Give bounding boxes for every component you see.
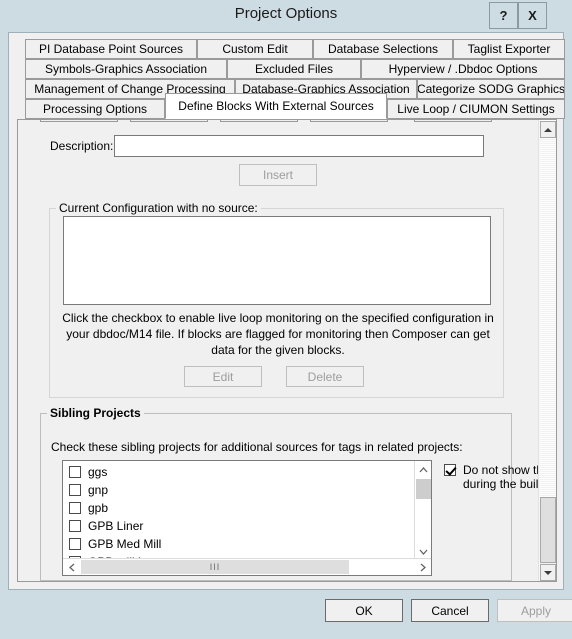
clipped-control-2: [130, 120, 208, 122]
tab-symbols-graphics-association[interactable]: Symbols-Graphics Association: [25, 59, 227, 79]
description-input[interactable]: [114, 135, 484, 157]
ok-button[interactable]: OK: [325, 599, 403, 622]
scroll-left-icon[interactable]: [63, 559, 80, 575]
list-item-label: gpb: [88, 501, 109, 515]
page-scroll-down-icon[interactable]: [540, 564, 556, 581]
sibling-checkbox[interactable]: [69, 502, 81, 514]
sibling-checkbox[interactable]: [69, 538, 81, 550]
list-item[interactable]: gpb: [63, 499, 431, 517]
sibling-list-vscrollbar[interactable]: [414, 461, 431, 560]
sibling-list-vscroll-thumb[interactable]: [416, 479, 431, 499]
clipped-control-1: [40, 120, 118, 122]
sibling-checkbox[interactable]: [69, 520, 81, 532]
clipped-control-3: [220, 120, 298, 122]
cancel-button[interactable]: Cancel: [411, 599, 489, 622]
tab-strip: PI Database Point Sources Custom Edit Da…: [17, 39, 565, 119]
edit-button[interactable]: Edit: [184, 366, 262, 387]
sibling-projects-group-title: Sibling Projects: [47, 406, 144, 420]
sibling-list-hscrollbar[interactable]: III: [63, 558, 431, 575]
apply-button[interactable]: Apply: [497, 599, 572, 622]
sibling-checkbox[interactable]: [69, 484, 81, 496]
scroll-right-icon[interactable]: [414, 559, 431, 575]
list-item[interactable]: gnp: [63, 481, 431, 499]
live-loop-help-text: Click the checkbox to enable live loop m…: [62, 311, 494, 357]
current-configuration-group-title: Current Configuration with no source:: [56, 201, 261, 215]
do-not-show-checkbox[interactable]: [444, 464, 456, 476]
current-configuration-list[interactable]: [63, 216, 491, 305]
page-vertical-scrollbar[interactable]: [538, 120, 556, 581]
tab-define-blocks-with-external-sources[interactable]: Define Blocks With External Sources: [165, 93, 387, 119]
list-item[interactable]: GPB Liner: [63, 517, 431, 535]
clipped-control-5: [414, 120, 492, 122]
list-item-label: GPB Liner: [88, 519, 144, 533]
scroll-grip-icon: III: [209, 562, 221, 572]
arrow-down-icon: [544, 570, 552, 575]
page-scroll-up-icon[interactable]: [540, 121, 556, 138]
list-item[interactable]: GPB Med Mill: [63, 535, 431, 553]
help-button[interactable]: ?: [489, 2, 518, 29]
tab-live-loop-ciumon-settings[interactable]: Live Loop / CIUMON Settings: [387, 99, 565, 119]
do-not-show-label-line2: during the build: [463, 477, 546, 491]
list-item-label: gnp: [88, 483, 109, 497]
sibling-list-hscroll-thumb[interactable]: III: [81, 560, 349, 574]
dialog-button-bar: OK Cancel Apply: [8, 590, 572, 631]
sibling-checkbox[interactable]: [69, 466, 81, 478]
tab-database-selections[interactable]: Database Selections: [313, 39, 453, 59]
list-item[interactable]: ggs: [63, 463, 431, 481]
do-not-show-during-build-row[interactable]: Do not show this during the build: [444, 463, 552, 491]
tab-page-body: Description: Insert Current Configuratio…: [17, 119, 557, 582]
list-item-label: ggs: [88, 465, 108, 479]
window-title: Project Options: [234, 5, 338, 22]
close-button[interactable]: X: [518, 2, 547, 29]
page-vscroll-thumb[interactable]: [540, 497, 556, 563]
tab-categorize-sodg-graphics[interactable]: Categorize SODG Graphics: [417, 79, 565, 99]
list-item-label: GPB Med Mill: [88, 537, 162, 551]
tab-excluded-files[interactable]: Excluded Files: [227, 59, 361, 79]
dialog-client-area: PI Database Point Sources Custom Edit Da…: [8, 32, 565, 590]
insert-button[interactable]: Insert: [239, 164, 317, 186]
sibling-projects-list[interactable]: ggs gnp gpb GPB Liner GPB Med Mill III: [62, 460, 432, 576]
sibling-projects-instruction: Check these sibling projects for additio…: [51, 440, 463, 454]
description-label: Description:: [50, 139, 114, 153]
tab-processing-options[interactable]: Processing Options: [25, 99, 165, 119]
tab-custom-edit[interactable]: Custom Edit: [197, 39, 313, 59]
tab-taglist-exporter[interactable]: Taglist Exporter: [453, 39, 565, 59]
title-bar: Project Options ? X: [0, 0, 572, 32]
arrow-up-icon: [544, 127, 552, 132]
tab-pi-database-point-sources[interactable]: PI Database Point Sources: [25, 39, 197, 59]
delete-button[interactable]: Delete: [286, 366, 364, 387]
tab-page-content: Description: Insert Current Configuratio…: [18, 120, 552, 581]
clipped-control-4: [310, 120, 388, 122]
scroll-up-icon[interactable]: [415, 461, 431, 478]
tab-hyperview-dbdoc-options[interactable]: Hyperview / .Dbdoc Options: [361, 59, 565, 79]
